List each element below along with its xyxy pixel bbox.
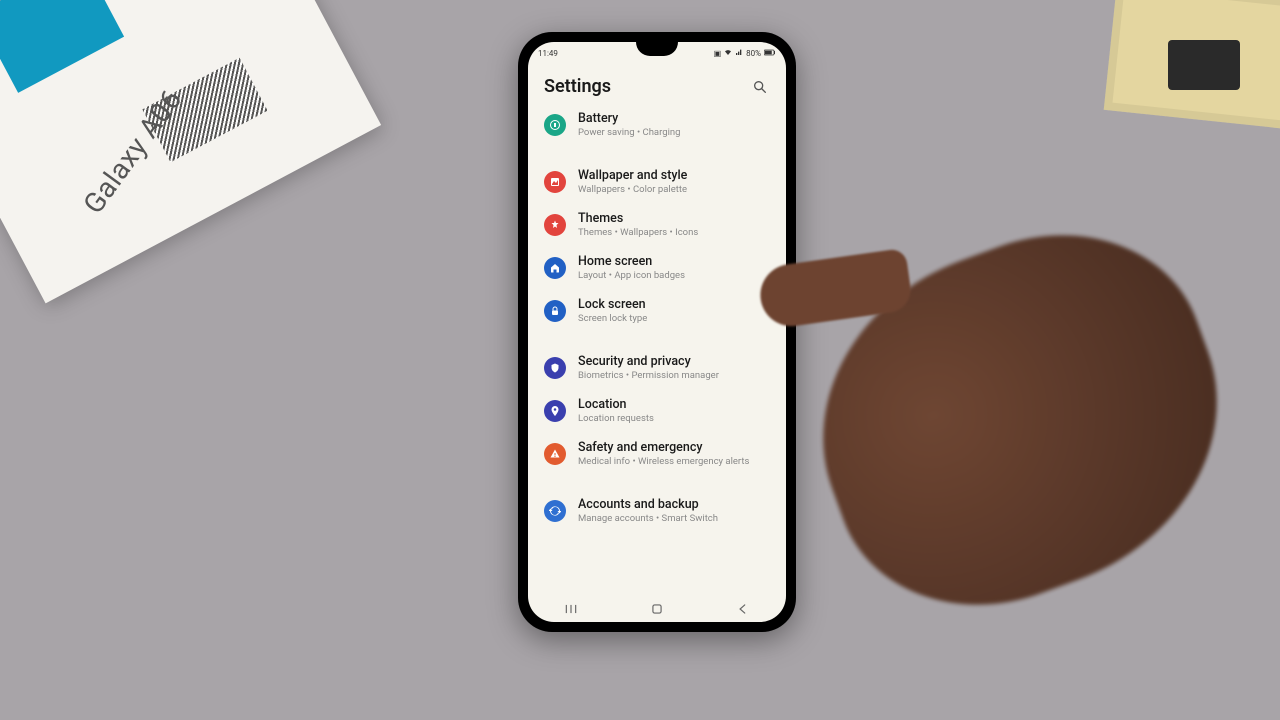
section-gap: [532, 332, 782, 346]
home-icon: [544, 257, 566, 279]
item-text: Home screenLayout • App icon badges: [578, 254, 685, 281]
item-title: Lock screen: [578, 297, 647, 312]
settings-item-themes[interactable]: ThemesThemes • Wallpapers • Icons: [532, 203, 782, 246]
settings-header: Settings: [528, 62, 786, 103]
settings-item-location[interactable]: LocationLocation requests: [532, 389, 782, 432]
settings-item-accounts[interactable]: Accounts and backupManage accounts • Sma…: [532, 489, 782, 532]
item-title: Accounts and backup: [578, 497, 718, 512]
item-title: Security and privacy: [578, 354, 719, 369]
signal-icon: [735, 48, 743, 58]
item-title: Location: [578, 397, 654, 412]
status-time: 11:49: [538, 49, 558, 58]
wifi-icon: [724, 48, 732, 58]
page-title: Settings: [544, 76, 611, 97]
android-nav-bar: [528, 596, 786, 622]
item-text: ThemesThemes • Wallpapers • Icons: [578, 211, 698, 238]
item-title: Safety and emergency: [578, 440, 749, 455]
item-title: Themes: [578, 211, 698, 226]
settings-item-lock[interactable]: Lock screenScreen lock type: [532, 289, 782, 332]
nav-home-button[interactable]: [637, 602, 677, 616]
status-right: ▣ 80%: [714, 48, 776, 58]
themes-icon: [544, 214, 566, 236]
lock-icon: [544, 300, 566, 322]
phone-frame: 11:49 ▣ 80% Settings: [518, 32, 796, 632]
item-text: Accounts and backupManage accounts • Sma…: [578, 497, 718, 524]
accounts-icon: [544, 500, 566, 522]
item-subtitle: Themes • Wallpapers • Icons: [578, 227, 698, 238]
item-subtitle: Power saving • Charging: [578, 127, 680, 138]
item-subtitle: Manage accounts • Smart Switch: [578, 513, 718, 524]
security-icon: [544, 357, 566, 379]
item-text: BatteryPower saving • Charging: [578, 111, 680, 138]
item-title: Wallpaper and style: [578, 168, 687, 183]
item-subtitle: Location requests: [578, 413, 654, 424]
safety-icon: [544, 443, 566, 465]
clamp: [1168, 40, 1240, 90]
search-icon: [752, 79, 768, 95]
settings-item-safety[interactable]: Safety and emergencyMedical info • Wirel…: [532, 432, 782, 475]
battery-text: 80%: [746, 49, 761, 58]
section-gap: [532, 146, 782, 160]
item-text: Security and privacyBiometrics • Permiss…: [578, 354, 719, 381]
nav-recents-button[interactable]: [551, 602, 591, 616]
battery-icon: [544, 114, 566, 136]
item-subtitle: Wallpapers • Color palette: [578, 184, 687, 195]
item-subtitle: Screen lock type: [578, 313, 647, 324]
settings-item-security[interactable]: Security and privacyBiometrics • Permiss…: [532, 346, 782, 389]
location-icon: [544, 400, 566, 422]
item-subtitle: Layout • App icon badges: [578, 270, 685, 281]
item-text: Lock screenScreen lock type: [578, 297, 647, 324]
settings-item-home[interactable]: Home screenLayout • App icon badges: [532, 246, 782, 289]
settings-item-wallpaper[interactable]: Wallpaper and styleWallpapers • Color pa…: [532, 160, 782, 203]
settings-item-battery[interactable]: BatteryPower saving • Charging: [532, 103, 782, 146]
search-button[interactable]: [750, 77, 770, 97]
item-subtitle: Biometrics • Permission manager: [578, 370, 719, 381]
item-text: Safety and emergencyMedical info • Wirel…: [578, 440, 749, 467]
wallpaper-icon: [544, 171, 566, 193]
settings-list[interactable]: BatteryPower saving • Charging Wallpaper …: [528, 103, 786, 596]
item-subtitle: Medical info • Wireless emergency alerts: [578, 456, 749, 467]
phone-screen: 11:49 ▣ 80% Settings: [528, 42, 786, 622]
section-gap: [532, 475, 782, 489]
nav-back-button[interactable]: [723, 602, 763, 616]
nfc-icon: ▣: [714, 49, 722, 58]
battery-icon: [764, 49, 776, 58]
item-text: LocationLocation requests: [578, 397, 654, 424]
item-text: Wallpaper and styleWallpapers • Color pa…: [578, 168, 687, 195]
item-title: Home screen: [578, 254, 685, 269]
item-title: Battery: [578, 111, 680, 126]
